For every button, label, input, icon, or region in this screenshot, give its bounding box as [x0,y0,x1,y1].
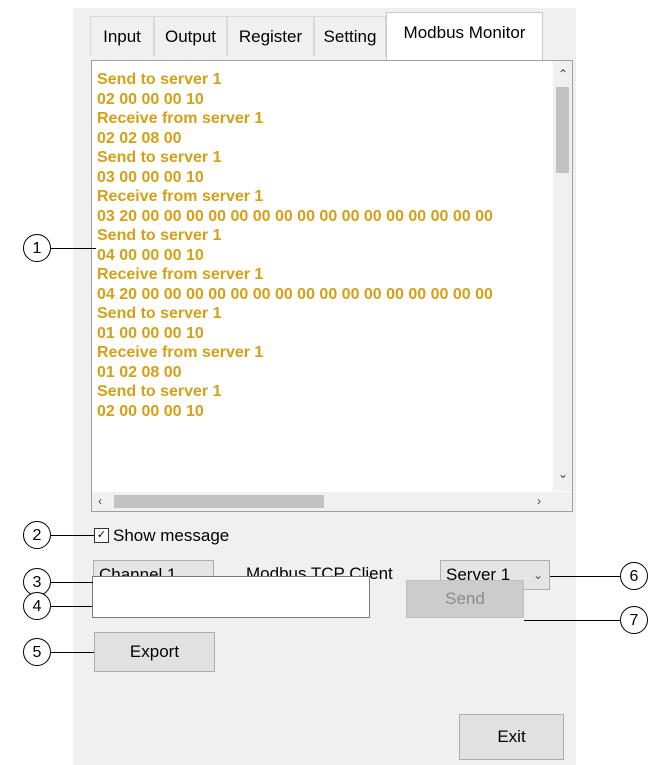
callout-2-leader [51,535,94,536]
export-button[interactable]: Export [94,632,215,672]
callout-1: 1 [23,234,51,262]
message-input[interactable] [92,576,370,618]
vertical-scroll-thumb[interactable] [556,87,569,173]
message-log[interactable]: Send to server 1 02 00 00 00 10 Receive fr… [91,60,573,512]
tab-modbus-monitor[interactable]: Modbus Monitor [386,12,543,61]
log-line: 01 00 00 00 10 [97,324,204,342]
callout-3-leader [51,582,93,583]
log-line: Send to server 1 [97,305,222,322]
show-message-checkbox[interactable]: ✓ Show message [94,526,229,546]
log-line: Receive from server 1 [97,110,264,127]
callout-1-leader [51,248,96,249]
scroll-left-arrow-icon[interactable]: ‹ [98,494,102,508]
log-line: 04 00 00 00 10 [97,246,204,264]
callout-5-leader [51,652,94,653]
log-line: 02 00 00 00 10 [97,402,204,420]
callout-5: 5 [23,638,51,666]
tab-setting[interactable]: Setting [314,16,386,56]
log-line: Send to server 1 [97,149,222,166]
scrollbar-corner [553,492,572,511]
log-line: Receive from server 1 [97,188,264,205]
tab-input[interactable]: Input [90,16,154,56]
callout-4-leader [51,606,92,607]
callout-4: 4 [23,592,51,620]
scroll-right-arrow-icon[interactable]: › [537,494,541,508]
vertical-scrollbar[interactable]: ⌃ ⌄ [553,61,572,491]
log-line: 02 00 00 00 10 [97,90,204,108]
log-line: 03 20 00 00 00 00 00 00 00 00 00 00 00 0… [97,207,493,225]
horizontal-scrollbar[interactable]: ‹ › [92,492,555,511]
callout-6-leader [550,576,620,577]
callout-7-leader [524,620,620,621]
chevron-down-icon: ⌄ [532,568,543,582]
tab-output[interactable]: Output [154,16,227,56]
log-line: Receive from server 1 [97,344,264,361]
log-line: 03 00 00 00 10 [97,168,204,186]
callout-6: 6 [620,562,648,590]
tab-register[interactable]: Register [227,16,314,56]
log-line: Send to server 1 [97,227,222,244]
scroll-down-arrow-icon[interactable]: ⌄ [558,467,568,481]
log-line: 04 20 00 00 00 00 00 00 00 00 00 00 00 0… [97,285,493,303]
checkmark-icon[interactable]: ✓ [94,527,109,543]
horizontal-scroll-thumb[interactable] [114,495,324,508]
send-button[interactable]: Send [406,580,524,618]
callout-2: 2 [23,521,51,549]
log-line: 02 02 08 00 [97,129,182,147]
log-line: Receive from server 1 [97,266,264,283]
log-lines: Send to server 1 02 00 00 00 10 Receive fr… [97,70,493,421]
log-line: 01 02 08 00 [97,363,182,381]
log-line: Send to server 1 [97,71,222,88]
scroll-up-arrow-icon[interactable]: ⌃ [558,67,568,81]
show-message-label: Show message [113,526,230,545]
log-line: Send to server 1 [97,383,222,400]
callout-7: 7 [620,606,648,634]
exit-button[interactable]: Exit [459,714,564,760]
